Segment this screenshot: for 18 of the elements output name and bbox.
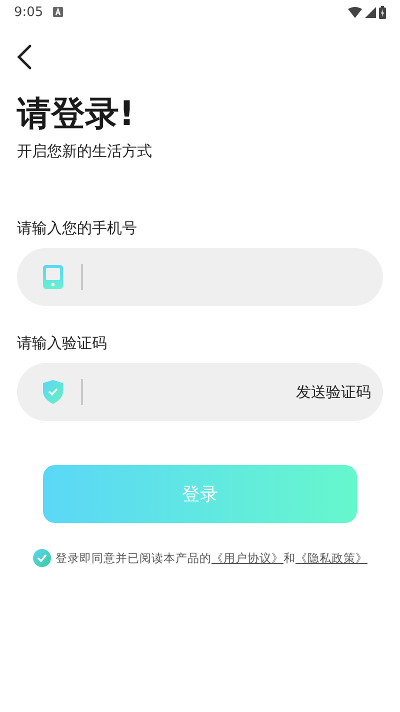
privacy-link[interactable]: 《隐私政策》 xyxy=(296,550,368,564)
code-field[interactable]: 发送验证码 xyxy=(17,363,383,421)
phone-icon xyxy=(43,265,63,289)
field-label: 请输入您的手机号 xyxy=(17,219,138,238)
wifi-icon xyxy=(348,6,362,18)
back-icon[interactable] xyxy=(16,44,32,70)
agreement-text: 登录即同意并已阅读本产品的《用户协议》和《隐私政策》 xyxy=(56,550,368,566)
subtitle: 开启您新的生活方式 xyxy=(17,142,153,161)
battery-icon xyxy=(379,6,386,18)
terms-link[interactable]: 《用户协议》 xyxy=(212,550,284,564)
status-time: 9:05 xyxy=(14,4,44,20)
signal-icon xyxy=(365,6,376,18)
shield-icon xyxy=(43,380,63,404)
agreement-checkbox[interactable] xyxy=(32,549,50,567)
notification-icon xyxy=(53,7,64,17)
field-label: 请输入验证码 xyxy=(17,334,108,353)
send-code-button[interactable]: 发送验证码 xyxy=(296,378,371,406)
page-title: 请登录! xyxy=(17,93,136,136)
